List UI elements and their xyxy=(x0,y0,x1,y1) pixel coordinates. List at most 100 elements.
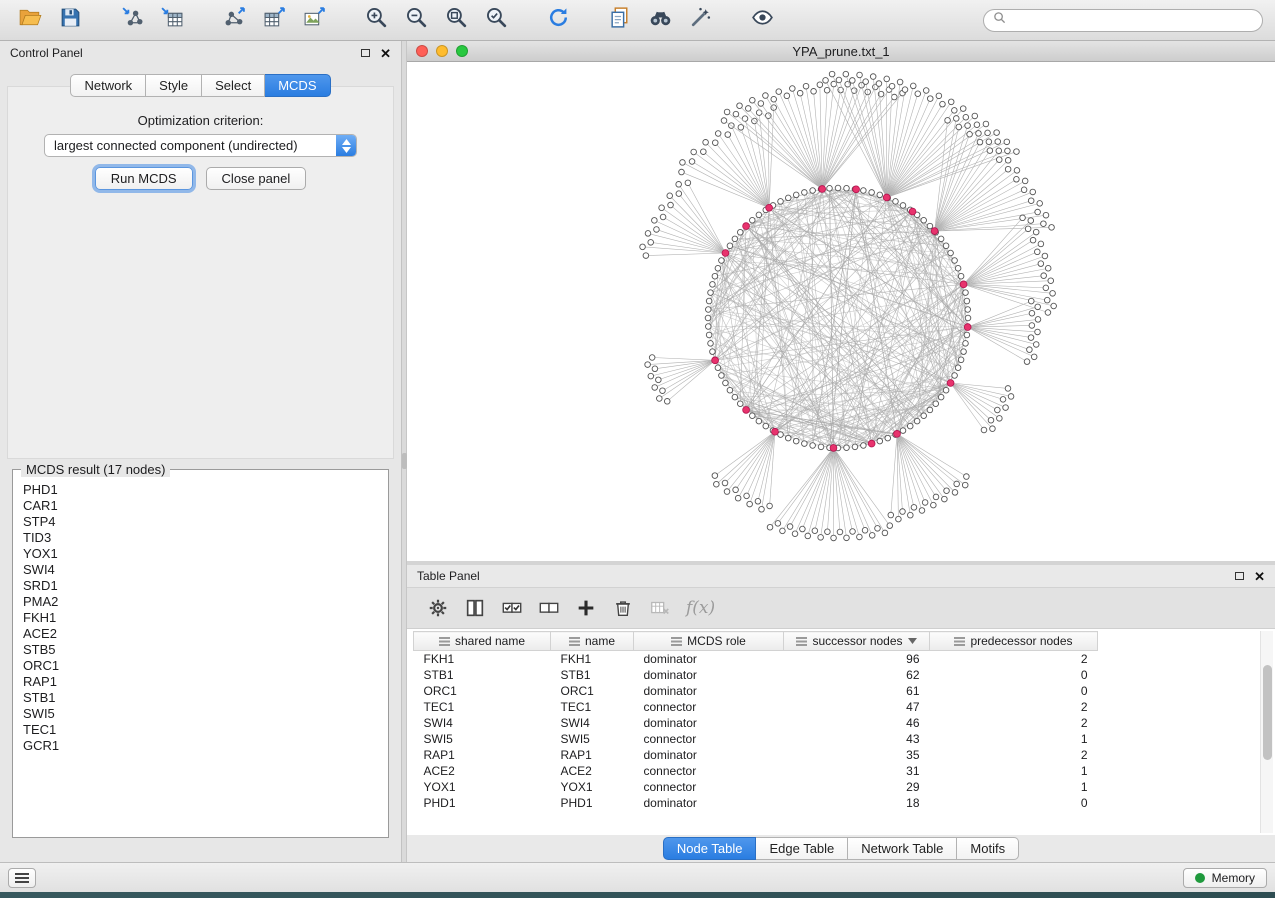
tab-style[interactable]: Style xyxy=(146,74,202,97)
settings-gear-icon[interactable] xyxy=(427,597,449,619)
mcds-result-list[interactable]: PHD1CAR1STP4TID3YOX1SWI4SRD1PMA2FKH1ACE2… xyxy=(23,482,384,833)
tab-select[interactable]: Select xyxy=(202,74,265,97)
mcds-node-item[interactable]: FKH1 xyxy=(23,610,384,626)
column-header-name[interactable]: name xyxy=(551,632,634,651)
table-row[interactable]: SWI4SWI4dominator462 xyxy=(414,715,1098,731)
table-row[interactable]: RAP1RAP1dominator352 xyxy=(414,747,1098,763)
export-table-button[interactable] xyxy=(256,4,292,36)
table-row[interactable]: STB1STB1dominator620 xyxy=(414,667,1098,683)
cell-shared-name[interactable]: RAP1 xyxy=(414,747,551,763)
mcds-node-item[interactable]: STP4 xyxy=(23,514,384,530)
global-search-field[interactable] xyxy=(983,9,1263,32)
select-all-icon[interactable] xyxy=(501,597,523,619)
cell-name[interactable]: FKH1 xyxy=(551,651,634,667)
cell-name[interactable]: TEC1 xyxy=(551,699,634,715)
mcds-node-item[interactable]: TEC1 xyxy=(23,722,384,738)
criterion-dropdown[interactable]: largest connected component (undirected) xyxy=(44,134,357,157)
close-panel-icon[interactable]: ✕ xyxy=(380,47,391,60)
cell-MCDS-role[interactable]: connector xyxy=(634,779,784,795)
show-hide-panels-button[interactable] xyxy=(744,4,780,36)
cell-name[interactable]: ORC1 xyxy=(551,683,634,699)
mcds-node-item[interactable]: SRD1 xyxy=(23,578,384,594)
clear-selection-icon[interactable] xyxy=(538,597,560,619)
cell-successor-nodes[interactable]: 35 xyxy=(784,747,930,763)
maximize-window-button[interactable] xyxy=(456,45,468,57)
cell-MCDS-role[interactable]: dominator xyxy=(634,795,784,811)
table-row[interactable]: FKH1FKH1dominator962 xyxy=(414,651,1098,667)
mcds-node-item[interactable]: SWI4 xyxy=(23,562,384,578)
close-table-panel-icon[interactable]: ✕ xyxy=(1254,570,1265,583)
network-graph[interactable] xyxy=(407,62,1275,561)
cell-successor-nodes[interactable]: 96 xyxy=(784,651,930,667)
cell-shared-name[interactable]: ACE2 xyxy=(414,763,551,779)
float-table-panel-icon[interactable] xyxy=(1235,572,1244,580)
column-header-shared-name[interactable]: shared name xyxy=(414,632,551,651)
cell-successor-nodes[interactable]: 61 xyxy=(784,683,930,699)
table-row[interactable]: YOX1YOX1connector291 xyxy=(414,779,1098,795)
cell-predecessor-nodes[interactable]: 0 xyxy=(930,667,1098,683)
minimize-window-button[interactable] xyxy=(436,45,448,57)
cell-predecessor-nodes[interactable]: 2 xyxy=(930,699,1098,715)
import-table-button[interactable] xyxy=(154,4,190,36)
cell-shared-name[interactable]: SWI5 xyxy=(414,731,551,747)
zoom-in-button[interactable] xyxy=(358,4,394,36)
cell-shared-name[interactable]: YOX1 xyxy=(414,779,551,795)
cell-shared-name[interactable]: TEC1 xyxy=(414,699,551,715)
export-image-button[interactable] xyxy=(296,4,332,36)
cell-name[interactable]: RAP1 xyxy=(551,747,634,763)
add-row-icon[interactable] xyxy=(575,597,597,619)
cell-successor-nodes[interactable]: 62 xyxy=(784,667,930,683)
apply-style-button[interactable] xyxy=(682,4,718,36)
column-header-predecessor-nodes[interactable]: predecessor nodes xyxy=(930,632,1098,651)
cell-predecessor-nodes[interactable]: 2 xyxy=(930,747,1098,763)
cell-predecessor-nodes[interactable]: 0 xyxy=(930,795,1098,811)
search-network-button[interactable] xyxy=(642,4,678,36)
mcds-node-item[interactable]: STB1 xyxy=(23,690,384,706)
table-row[interactable]: ACE2ACE2connector311 xyxy=(414,763,1098,779)
mcds-node-item[interactable]: GCR1 xyxy=(23,738,384,754)
copy-document-button[interactable] xyxy=(602,4,638,36)
cell-successor-nodes[interactable]: 43 xyxy=(784,731,930,747)
table-scrollbar-thumb[interactable] xyxy=(1263,665,1272,760)
tab-node-table[interactable]: Node Table xyxy=(663,837,757,860)
mcds-node-item[interactable]: SWI5 xyxy=(23,706,384,722)
cell-successor-nodes[interactable]: 47 xyxy=(784,699,930,715)
cell-predecessor-nodes[interactable]: 0 xyxy=(930,683,1098,699)
tab-mcds[interactable]: MCDS xyxy=(265,74,330,97)
mcds-node-item[interactable]: ACE2 xyxy=(23,626,384,642)
mcds-node-item[interactable]: STB5 xyxy=(23,642,384,658)
memory-button[interactable]: Memory xyxy=(1183,868,1267,888)
cell-MCDS-role[interactable]: dominator xyxy=(634,651,784,667)
cell-shared-name[interactable]: ORC1 xyxy=(414,683,551,699)
cell-predecessor-nodes[interactable]: 1 xyxy=(930,779,1098,795)
cell-MCDS-role[interactable]: dominator xyxy=(634,667,784,683)
zoom-selected-button[interactable] xyxy=(478,4,514,36)
cell-successor-nodes[interactable]: 31 xyxy=(784,763,930,779)
save-session-button[interactable] xyxy=(52,4,88,36)
import-network-button[interactable] xyxy=(114,4,150,36)
table-row[interactable]: PHD1PHD1dominator180 xyxy=(414,795,1098,811)
status-menu-button[interactable] xyxy=(8,868,36,888)
cell-name[interactable]: SWI4 xyxy=(551,715,634,731)
float-panel-icon[interactable] xyxy=(361,49,370,57)
refresh-view-button[interactable] xyxy=(540,4,576,36)
cell-MCDS-role[interactable]: connector xyxy=(634,699,784,715)
cell-MCDS-role[interactable]: dominator xyxy=(634,747,784,763)
tab-motifs[interactable]: Motifs xyxy=(957,837,1019,860)
close-panel-button[interactable]: Close panel xyxy=(206,167,307,190)
mcds-node-item[interactable]: YOX1 xyxy=(23,546,384,562)
cell-shared-name[interactable]: FKH1 xyxy=(414,651,551,667)
cell-MCDS-role[interactable]: dominator xyxy=(634,683,784,699)
cell-name[interactable]: SWI5 xyxy=(551,731,634,747)
cell-predecessor-nodes[interactable]: 2 xyxy=(930,651,1098,667)
cell-shared-name[interactable]: SWI4 xyxy=(414,715,551,731)
cell-name[interactable]: STB1 xyxy=(551,667,634,683)
run-mcds-button[interactable]: Run MCDS xyxy=(95,167,193,190)
cell-shared-name[interactable]: STB1 xyxy=(414,667,551,683)
cell-name[interactable]: ACE2 xyxy=(551,763,634,779)
column-chooser-icon[interactable] xyxy=(464,597,486,619)
table-row[interactable]: ORC1ORC1dominator610 xyxy=(414,683,1098,699)
cell-MCDS-role[interactable]: connector xyxy=(634,731,784,747)
zoom-out-button[interactable] xyxy=(398,4,434,36)
tab-network[interactable]: Network xyxy=(70,74,146,97)
